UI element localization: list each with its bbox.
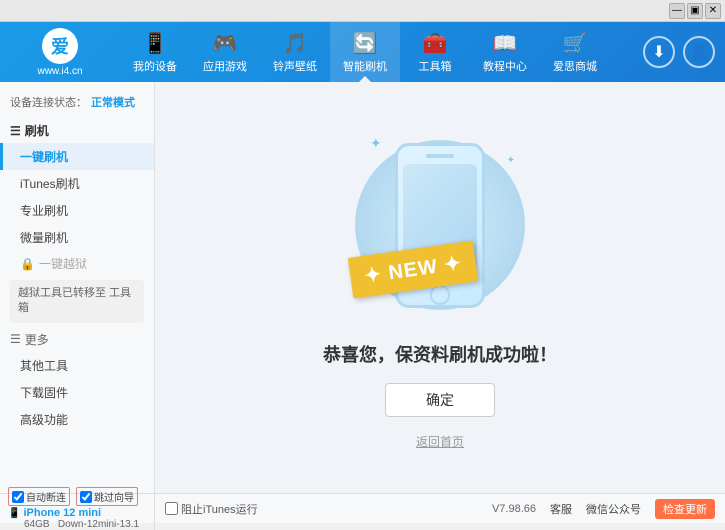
user-button[interactable]: 👤 — [683, 36, 715, 68]
customer-service-link[interactable]: 客服 — [550, 501, 572, 517]
flash-group-icon: ☰ — [10, 124, 21, 138]
nav-app-game[interactable]: 🎮 应用游戏 — [190, 22, 260, 82]
homepage-link[interactable]: 返回首页 — [416, 433, 464, 450]
nav-my-device-label: 我的设备 — [133, 58, 177, 74]
sidebar-download-firmware[interactable]: 下载固件 — [0, 379, 154, 406]
nav-tutorial-label: 教程中心 — [483, 58, 527, 74]
sidebar: 设备连接状态： 正常模式 ☰ 刷机 一键刷机 iTunes刷机 专业刷机 微量刷… — [0, 82, 155, 493]
logo-icon: 爱 — [42, 28, 78, 64]
nav-my-device[interactable]: 📱 我的设备 — [120, 22, 190, 82]
stop-itunes-label: 阻止iTunes运行 — [181, 501, 258, 517]
skip-wizard-label[interactable]: 跳过向导 — [76, 487, 138, 506]
nav-tutorial[interactable]: 📖 教程中心 — [470, 22, 540, 82]
more-group-icon: ☰ — [10, 332, 21, 346]
nav-smart-flash-label: 智能刷机 — [343, 58, 387, 74]
bottom-bar: 自动断连 跳过向导 📱 iPhone 12 mini 64GB Down-12m… — [0, 493, 725, 523]
flash-group-header: ☰ 刷机 — [0, 118, 154, 143]
nav-toolbox[interactable]: 🧰 工具箱 — [400, 22, 470, 82]
device-name: iPhone 12 mini — [23, 507, 101, 519]
flash-group-label: 刷机 — [25, 122, 49, 139]
nav-smart-flash[interactable]: 🔄 智能刷机 — [330, 22, 400, 82]
stop-itunes-area[interactable]: 阻止iTunes运行 — [155, 501, 268, 517]
sidebar-pro-flash[interactable]: 专业刷机 — [0, 197, 154, 224]
device-details: 64GB Down-12mini-13.1 — [8, 519, 146, 530]
header: 爱 www.i4.cn 📱 我的设备 🎮 应用游戏 🎵 铃声壁纸 🔄 智能刷机 … — [0, 22, 725, 82]
version-text: V7.98.66 — [492, 503, 536, 515]
nav-right: ⬇ 👤 — [643, 36, 725, 68]
ringtone-icon: 🎵 — [283, 31, 308, 56]
sidebar-advanced[interactable]: 高级功能 — [0, 406, 154, 433]
nav-shop[interactable]: 🛒 爱思商城 — [540, 22, 610, 82]
maximize-button[interactable]: ▣ — [687, 3, 703, 19]
jailbreak-info-box: 越狱工具已转移至 工具箱 — [10, 280, 144, 323]
nav-items: 📱 我的设备 🎮 应用游戏 🎵 铃声壁纸 🔄 智能刷机 🧰 工具箱 📖 教程中心… — [120, 22, 643, 82]
phone-icon: 📱 — [8, 508, 20, 519]
smart-flash-icon: 🔄 — [353, 31, 378, 56]
status-label: 设备连接状态： — [10, 94, 87, 110]
tutorial-icon: 📖 — [493, 31, 518, 56]
confirm-button[interactable]: 确定 — [385, 383, 495, 417]
success-text: 恭喜您，保资料刷机成功啦！ — [323, 341, 557, 367]
close-button[interactable]: ✕ — [705, 3, 721, 19]
nav-ringtone-label: 铃声壁纸 — [273, 58, 317, 74]
auto-close-label[interactable]: 自动断连 — [8, 487, 70, 506]
sparkle-2: ✦ — [507, 155, 515, 166]
nav-toolbox-label: 工具箱 — [419, 58, 452, 74]
minimize-button[interactable]: — — [669, 3, 685, 19]
titlebar: — ▣ ✕ — [0, 0, 725, 22]
sidebar-jailbreak-disabled: 🔒 一键越狱 — [0, 251, 154, 276]
stop-itunes-checkbox[interactable] — [165, 502, 178, 515]
skip-wizard-checkbox[interactable] — [80, 491, 92, 503]
more-group-label: 更多 — [25, 331, 49, 348]
sidebar-micro-flash[interactable]: 微量刷机 — [0, 224, 154, 251]
success-illustration: ✦ ✦ ✦ ✦ NEW ✦ 恭喜您，保资料刷机成功啦！ 确定 — [323, 125, 557, 450]
toolbox-icon: 🧰 — [423, 31, 448, 56]
content-area: ✦ ✦ ✦ ✦ NEW ✦ 恭喜您，保资料刷机成功啦！ 确定 — [155, 82, 725, 493]
my-device-icon: 📱 — [143, 31, 168, 56]
download-button[interactable]: ⬇ — [643, 36, 675, 68]
wechat-link[interactable]: 微信公众号 — [586, 501, 641, 517]
lock-icon: 🔒 — [20, 257, 35, 271]
nav-shop-label: 爱思商城 — [553, 58, 597, 74]
logo-area: 爱 www.i4.cn — [0, 28, 120, 77]
sidebar-one-click-flash[interactable]: 一键刷机 — [0, 143, 154, 170]
checkboxes-row: 自动断连 跳过向导 — [8, 487, 146, 506]
sparkle-1: ✦ — [370, 135, 382, 152]
auto-close-checkbox[interactable] — [12, 491, 24, 503]
app-game-icon: 🎮 — [213, 31, 238, 56]
device-info-row: 📱 iPhone 12 mini — [8, 507, 146, 519]
bottom-left: 自动断连 跳过向导 📱 iPhone 12 mini 64GB Down-12m… — [0, 487, 155, 530]
status-value: 正常模式 — [91, 94, 135, 110]
shop-icon: 🛒 — [563, 31, 588, 56]
logo-subtext: www.i4.cn — [37, 66, 82, 77]
sidebar-other-tools[interactable]: 其他工具 — [0, 352, 154, 379]
main-layout: 设备连接状态： 正常模式 ☰ 刷机 一键刷机 iTunes刷机 专业刷机 微量刷… — [0, 82, 725, 493]
nav-app-game-label: 应用游戏 — [203, 58, 247, 74]
sidebar-itunes-flash[interactable]: iTunes刷机 — [0, 170, 154, 197]
nav-ringtone[interactable]: 🎵 铃声壁纸 — [260, 22, 330, 82]
device-status: 设备连接状态： 正常模式 — [0, 90, 154, 118]
more-group-header: ☰ 更多 — [0, 327, 154, 352]
bottom-right: V7.98.66 客服 微信公众号 检查更新 — [492, 499, 725, 519]
check-update-button[interactable]: 检查更新 — [655, 499, 715, 519]
